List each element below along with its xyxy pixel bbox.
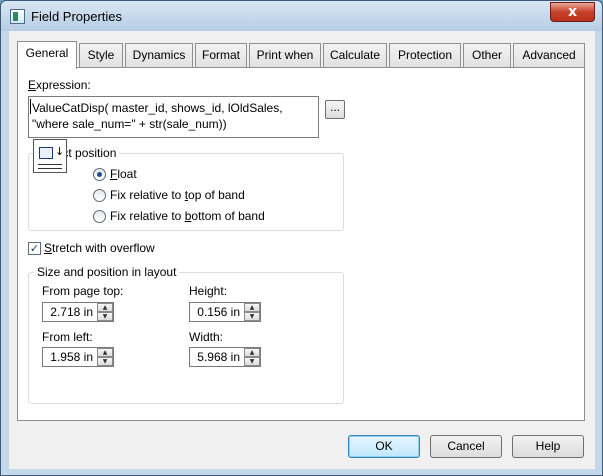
float-label-post: loat (117, 167, 137, 181)
float-radio-label[interactable]: Float (110, 167, 137, 181)
width-spinner: 5.968 in ▲ ▼ (189, 347, 261, 367)
close-button[interactable]: x (550, 2, 595, 22)
ok-button[interactable]: OK (348, 435, 420, 458)
stretch-overflow-label[interactable]: Stretch with overflow (44, 241, 155, 255)
stretch-label-text: tretch with overflow (52, 241, 155, 255)
field-properties-window: Field Properties x General Style Dynamic… (0, 0, 603, 476)
tab-other[interactable]: Other (463, 43, 511, 67)
float-icon-arrow: ↓ (55, 145, 65, 158)
text-caret (30, 99, 31, 114)
expression-label: Expression: (28, 78, 91, 92)
tab-print-when[interactable]: Print when (249, 43, 321, 67)
height-up-icon[interactable]: ▲ (244, 303, 260, 312)
stretch-label-accel: S (44, 241, 53, 255)
expression-label-accel: E (28, 78, 37, 92)
expression-browse-button[interactable]: ... (325, 100, 345, 119)
stretch-overflow-checkbox[interactable]: ✓ (28, 242, 41, 255)
fix-top-radio[interactable] (93, 189, 106, 202)
height-label: Height: (189, 284, 228, 298)
tab-calculate[interactable]: Calculate (323, 43, 387, 67)
tab-advanced[interactable]: Advanced (513, 43, 585, 67)
fix-top-radio-label[interactable]: Fix relative to top of band (110, 188, 245, 202)
fix-bottom-radio[interactable] (93, 210, 106, 223)
title-bar[interactable]: Field Properties x (1, 1, 602, 31)
size-position-title: Size and position in layout (34, 265, 180, 279)
from-left-down-icon[interactable]: ▼ (97, 357, 113, 366)
float-radio[interactable] (93, 168, 106, 181)
float-icon-frame (39, 147, 53, 159)
from-page-top-spinner: 2.718 in ▲ ▼ (42, 302, 114, 322)
dialog-client-area: General Style Dynamics Format Print when… (9, 31, 595, 469)
from-page-top-up-icon[interactable]: ▲ (97, 303, 113, 312)
from-left-spinner: 1.958 in ▲ ▼ (42, 347, 114, 367)
cancel-button[interactable]: Cancel (430, 435, 502, 458)
help-button[interactable]: Help (512, 435, 584, 458)
fix-top-label-post: op of band (188, 188, 245, 202)
float-icon-band-line-1 (38, 164, 62, 165)
tab-protection[interactable]: Protection (389, 43, 461, 67)
general-tab-panel: Expression: ValueCatDisp( master_id, sho… (17, 67, 585, 421)
fix-bottom-label-pre: Fix relative to (110, 209, 185, 223)
float-position-icon: ↓ (33, 139, 67, 173)
tab-format[interactable]: Format (195, 43, 247, 67)
window-title: Field Properties (31, 9, 123, 24)
from-page-top-label: From page top: (42, 284, 124, 298)
float-icon-band-line-2 (38, 168, 62, 169)
tab-strip: General Style Dynamics Format Print when… (17, 41, 587, 69)
from-left-label: From left: (42, 330, 93, 344)
width-label: Width: (189, 330, 224, 344)
app-icon (10, 9, 25, 24)
expression-input[interactable]: ValueCatDisp( master_id, shows_id, lOldS… (28, 96, 319, 138)
from-page-top-down-icon[interactable]: ▼ (97, 312, 113, 321)
expression-label-text: xpression: (36, 78, 91, 92)
fix-bottom-label-post: ottom of band (191, 209, 265, 223)
tab-style[interactable]: Style (79, 43, 123, 67)
width-down-icon[interactable]: ▼ (244, 357, 260, 366)
from-left-up-icon[interactable]: ▲ (97, 348, 113, 357)
fix-top-label-pre: Fix relative to (110, 188, 185, 202)
width-up-icon[interactable]: ▲ (244, 348, 260, 357)
tab-general[interactable]: General (17, 41, 77, 69)
height-spinner: 0.156 in ▲ ▼ (189, 302, 261, 322)
tab-dynamics[interactable]: Dynamics (125, 43, 193, 67)
fix-bottom-radio-label[interactable]: Fix relative to bottom of band (110, 209, 265, 223)
height-down-icon[interactable]: ▼ (244, 312, 260, 321)
